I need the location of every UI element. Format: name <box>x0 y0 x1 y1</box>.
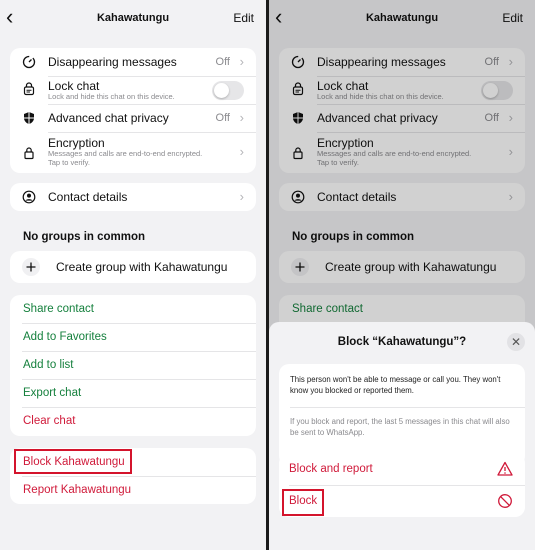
encryption-sub-verify: Tap to verify. <box>48 158 90 167</box>
close-icon[interactable]: ✕ <box>507 333 525 351</box>
shield-icon <box>24 112 34 124</box>
advanced-chat-privacy-row[interactable]: Advanced chat privacy Off › <box>10 104 256 132</box>
encryption-label: Encryption <box>48 136 105 150</box>
chevron-right-icon: › <box>239 54 244 69</box>
encryption-row[interactable]: Encryption Messages and calls are end-to… <box>10 132 256 173</box>
chat-actions-card: Share contact Add to Favorites Add to li… <box>10 295 256 436</box>
block-icon <box>498 494 512 508</box>
groups-section-title: No groups in common <box>23 231 146 243</box>
export-chat-row[interactable]: Export chat <box>10 379 256 407</box>
lock-chat-icon <box>23 82 35 96</box>
highlight-box <box>14 449 132 474</box>
chat-info-screen: ‹ Kahawatungu Edit Disappearing messages… <box>0 0 266 550</box>
highlight-box <box>282 489 324 516</box>
clear-chat-label: Clear chat <box>23 415 76 427</box>
advanced-chat-privacy-label: Advanced chat privacy <box>48 111 169 125</box>
add-to-favorites-label: Add to Favorites <box>23 331 107 343</box>
block-dialog-screen: ‹ Kahawatungu Edit Disappearing messages… <box>269 0 535 550</box>
block-info-text: This person won't be able to message or … <box>290 375 501 395</box>
divider <box>290 407 525 408</box>
disappearing-messages-row[interactable]: Disappearing messages Off › <box>10 48 256 76</box>
block-and-report-label: Block and report <box>289 463 373 475</box>
report-contact-label: Report Kahawatungu <box>23 484 132 496</box>
report-contact-row[interactable]: Report Kahawatungu <box>10 476 256 504</box>
chevron-right-icon: › <box>239 110 244 125</box>
add-to-list-label: Add to list <box>23 359 74 371</box>
lock-icon <box>24 147 34 160</box>
toggle-knob <box>214 83 229 98</box>
lock-chat-row: Lock chat Lock and hide this chat on thi… <box>10 76 256 104</box>
plus-icon <box>22 258 40 276</box>
export-chat-label: Export chat <box>23 387 82 399</box>
lock-chat-toggle[interactable] <box>212 81 244 100</box>
disappearing-messages-label: Disappearing messages <box>48 55 177 69</box>
chevron-right-icon: › <box>239 144 244 159</box>
block-and-report-option[interactable]: Block and report <box>279 453 525 485</box>
create-group-row[interactable]: Create group with Kahawatungu <box>10 251 256 283</box>
nav-header: ‹ Kahawatungu Edit <box>0 0 266 36</box>
add-to-list-row[interactable]: Add to list <box>10 351 256 379</box>
share-contact-row[interactable]: Share contact <box>10 295 256 323</box>
timer-icon <box>22 55 36 69</box>
block-info-card: This person won't be able to message or … <box>279 364 525 466</box>
warning-icon <box>497 461 513 476</box>
chat-settings-card: Disappearing messages Off › Lock chat Lo… <box>10 48 256 173</box>
sheet-title: Block “Kahawatungu”? <box>337 336 467 348</box>
block-confirm-sheet: Block “Kahawatungu”? ✕ This person won't… <box>269 322 535 550</box>
clear-chat-row[interactable]: Clear chat <box>10 407 256 435</box>
advanced-chat-privacy-value: Off <box>215 112 230 124</box>
contact-details-label: Contact details <box>48 190 128 204</box>
share-contact-label: Share contact <box>23 303 94 315</box>
encryption-sub: Messages and calls are end-to-end encryp… <box>48 149 203 158</box>
add-to-favorites-row[interactable]: Add to Favorites <box>10 323 256 351</box>
create-group-label: Create group with Kahawatungu <box>56 260 228 274</box>
contact-details-card: Contact details › <box>10 183 256 211</box>
chevron-right-icon: › <box>239 189 244 204</box>
contact-details-row[interactable]: Contact details › <box>10 183 256 211</box>
lock-chat-label: Lock chat <box>48 79 100 93</box>
contact-icon <box>22 190 36 204</box>
disappearing-messages-value: Off <box>215 56 230 68</box>
report-info-text: If you block and report, the last 5 mess… <box>290 417 510 437</box>
edit-button[interactable]: Edit <box>233 11 254 25</box>
lock-chat-sub: Lock and hide this chat on this device. <box>48 92 175 101</box>
page-title: Kahawatungu <box>96 12 170 24</box>
create-group-card: Create group with Kahawatungu <box>10 251 256 283</box>
